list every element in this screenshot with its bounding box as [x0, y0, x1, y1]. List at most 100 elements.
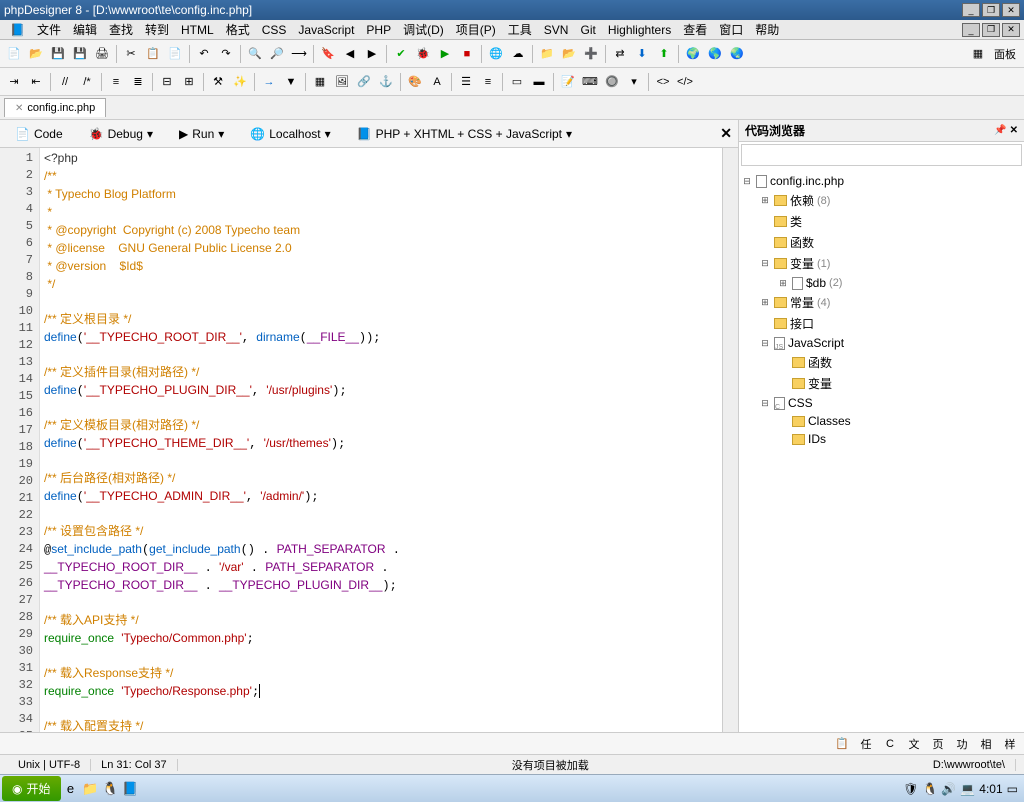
pin-icon[interactable]: 📌 ✕ [994, 125, 1018, 136]
indent-icon[interactable]: ⇥ [4, 72, 24, 92]
fold-icon[interactable]: ⊟ [157, 72, 177, 92]
start-button[interactable]: ◉ 开始 [2, 776, 61, 801]
document-tab[interactable]: ✕ config.inc.php [4, 98, 106, 117]
menu-工具[interactable]: 工具 [502, 19, 538, 40]
redo-icon[interactable]: ↷ [216, 44, 236, 64]
menu-JavaScript[interactable]: JavaScript [292, 21, 360, 39]
new-file-icon[interactable]: 📄 [4, 44, 24, 64]
save-icon[interactable]: 💾 [48, 44, 68, 64]
tree-item[interactable]: ⊞依赖 (8) [741, 190, 1022, 211]
mdi-maximize-button[interactable]: ❐ [982, 23, 1000, 37]
qq-icon[interactable]: 🐧 [101, 779, 121, 799]
cut-icon[interactable]: ✂ [121, 44, 141, 64]
menu-查找[interactable]: 查找 [103, 19, 139, 40]
mdi-minimize-button[interactable]: _ [962, 23, 980, 37]
form-icon[interactable]: 📝 [558, 72, 578, 92]
menu-SVN[interactable]: SVN [538, 21, 575, 39]
panel-tab[interactable]: C [880, 735, 900, 753]
table-icon[interactable]: ▦ [310, 72, 330, 92]
menu-Git[interactable]: Git [574, 21, 601, 39]
close-button[interactable]: ✕ [1002, 3, 1020, 17]
tree-item[interactable]: 函数 [741, 232, 1022, 253]
tree-item[interactable]: 函数 [741, 352, 1022, 373]
app-taskbar-icon[interactable]: 📘 [121, 779, 141, 799]
debug-view-button[interactable]: 🐞 Debug ▾ [80, 122, 162, 146]
maximize-button[interactable]: ❐ [982, 3, 1000, 17]
next-bookmark-icon[interactable]: ▶ [362, 44, 382, 64]
show-desktop-icon[interactable]: ▭ [1007, 782, 1018, 796]
language-button[interactable]: 📘 PHP + XHTML + CSS + JavaScript ▾ [348, 122, 581, 146]
arrow-right-icon[interactable]: → [259, 72, 279, 92]
tree-item[interactable]: ⊟CSS [741, 394, 1022, 412]
anchor-icon[interactable]: ⚓ [376, 72, 396, 92]
tree-item[interactable]: ⊞$db (2) [741, 274, 1022, 292]
globe2-icon[interactable]: 🌎 [705, 44, 725, 64]
color-icon[interactable]: 🎨 [405, 72, 425, 92]
tray-icon[interactable]: 💻 [960, 782, 975, 796]
stop-icon[interactable]: ■ [457, 44, 477, 64]
tree-item[interactable]: Classes [741, 412, 1022, 430]
list-ol-icon[interactable]: ≡ [478, 72, 498, 92]
paste-icon[interactable]: 📄 [165, 44, 185, 64]
tree-item[interactable]: 变量 [741, 373, 1022, 394]
panel-tab[interactable]: 任 [856, 735, 876, 753]
beautify-icon[interactable]: ✨ [230, 72, 250, 92]
menu-转到[interactable]: 转到 [139, 19, 175, 40]
debug-icon[interactable]: 🐞 [413, 44, 433, 64]
browser-icon[interactable]: 🌐 [486, 44, 506, 64]
undo-icon[interactable]: ↶ [194, 44, 214, 64]
tree-file-root[interactable]: ⊟ config.inc.php [741, 172, 1022, 190]
select-icon[interactable]: ▾ [624, 72, 644, 92]
project-add-icon[interactable]: ➕ [581, 44, 601, 64]
tray-icon[interactable]: 🔊 [941, 782, 956, 796]
tray-icon[interactable]: 🐧 [922, 782, 937, 796]
panel-tab[interactable]: 页 [928, 735, 948, 753]
div-icon[interactable]: ▭ [507, 72, 527, 92]
tag-icon[interactable]: <> [653, 72, 673, 92]
font-icon[interactable]: A [427, 72, 447, 92]
span-icon[interactable]: ▬ [529, 72, 549, 92]
tree-item[interactable]: ⊟JavaScript [741, 334, 1022, 352]
panel-label[interactable]: 面板 [990, 46, 1020, 62]
uncomment-icon[interactable]: /* [77, 72, 97, 92]
vertical-scrollbar[interactable] [722, 148, 738, 732]
git-icon[interactable]: ⬆ [654, 44, 674, 64]
close-tab-icon[interactable]: ✕ [15, 103, 23, 114]
comment-icon[interactable]: // [55, 72, 75, 92]
globe3-icon[interactable]: 🌏 [727, 44, 747, 64]
menu-PHP[interactable]: PHP [360, 21, 397, 39]
editor-close-icon[interactable]: ✕ [720, 125, 732, 142]
tag2-icon[interactable]: </> [675, 72, 695, 92]
validate-icon[interactable]: ✔ [391, 44, 411, 64]
tree-item[interactable]: ⊞常量 (4) [741, 292, 1022, 313]
replace-icon[interactable]: 🔎 [267, 44, 287, 64]
align-center-icon[interactable]: ≣ [128, 72, 148, 92]
menu-CSS[interactable]: CSS [256, 21, 293, 39]
project-icon[interactable]: 📁 [537, 44, 557, 64]
code-tree[interactable]: ⊟ config.inc.php ⊞依赖 (8)类函数⊟变量 (1)⊞$db (… [739, 168, 1024, 732]
panel-tab[interactable]: 功 [952, 735, 972, 753]
outdent-icon[interactable]: ⇤ [26, 72, 46, 92]
menu-查看[interactable]: 查看 [677, 19, 713, 40]
code-editor[interactable]: 1234567891011121314151617181920212223242… [0, 148, 738, 732]
code-content[interactable]: <?php /** * Typecho Blog Platform * * @c… [40, 148, 738, 732]
align-left-icon[interactable]: ≡ [106, 72, 126, 92]
menu-帮助[interactable]: 帮助 [749, 19, 785, 40]
button-icon[interactable]: 🔘 [602, 72, 622, 92]
find-icon[interactable]: 🔍 [245, 44, 265, 64]
globe-icon[interactable]: 🌍 [683, 44, 703, 64]
image-icon[interactable]: 🖼 [332, 72, 352, 92]
minimize-button[interactable]: _ [962, 3, 980, 17]
code-view-button[interactable]: 📄 Code [6, 122, 72, 146]
project-open-icon[interactable]: 📂 [559, 44, 579, 64]
prev-bookmark-icon[interactable]: ◀ [340, 44, 360, 64]
open-file-icon[interactable]: 📂 [26, 44, 46, 64]
tree-item[interactable]: ⊟变量 (1) [741, 253, 1022, 274]
menu-Highlighters[interactable]: Highlighters [602, 21, 677, 39]
menu-文件[interactable]: 文件 [31, 19, 67, 40]
ftp-icon[interactable]: ☁ [508, 44, 528, 64]
goto-icon[interactable]: ⟶ [289, 44, 309, 64]
panel-tab[interactable]: 样 [1000, 735, 1020, 753]
ie-icon[interactable]: e [61, 779, 81, 799]
run-view-button[interactable]: ▶ Run ▾ [170, 122, 233, 146]
